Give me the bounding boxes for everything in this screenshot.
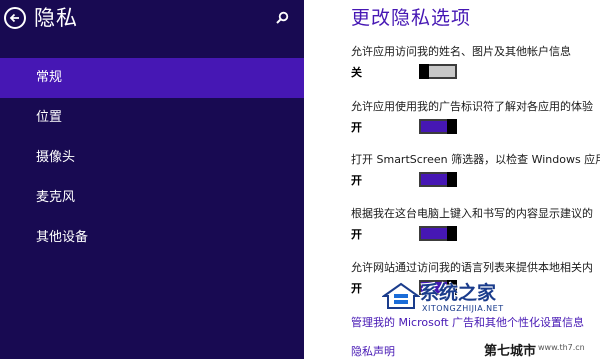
sidebar-header: 隐私 [0,0,304,40]
search-button[interactable] [274,10,290,26]
setting-language-list: 允许网站通过访问我的语言列表来提供本地相关内 开 [351,261,600,295]
sidebar-nav: 常规 位置 摄像头 麦克风 其他设备 [0,58,304,258]
sidebar-item-other-devices[interactable]: 其他设备 [0,218,304,258]
setting-state: 开 [351,228,362,241]
sidebar-item-general[interactable]: 常规 [0,58,304,98]
setting-state: 开 [351,121,362,134]
toggle-knob [447,226,457,241]
house-logo-icon [382,282,420,309]
toggle-advertising-id[interactable] [419,119,457,134]
sidebar: 隐私 常规 位置 摄像头 麦克风 其他设备 [0,0,304,359]
watermark-url: XITONGZHIJIA.NET [422,304,504,313]
setting-smartscreen: 打开 SmartScreen 筛选器，以检查 Windows 应用 开 [351,153,600,187]
setting-state: 关 [351,66,362,79]
watermark-logo: 系统之家 XITONGZHIJIA.NET [382,276,542,320]
back-arrow-icon [9,13,19,23]
toggle-smartscreen[interactable] [419,172,457,187]
watermark-site-url: www.th7.cn [538,343,585,352]
toggle-typing-suggestions[interactable] [419,226,457,241]
setting-advertising-id: 允许应用使用我的广告标识符了解对各应用的体验 开 [351,100,600,134]
search-icon [276,11,289,24]
sidebar-item-microphone[interactable]: 麦克风 [0,178,304,218]
page-title: 隐私 [34,6,78,30]
toggle-account-info[interactable] [419,64,457,79]
sidebar-item-location[interactable]: 位置 [0,98,304,138]
toggle-knob [419,64,429,79]
setting-typing-suggestions: 根据我在这台电脑上键入和书写的内容显示建议的 开 [351,207,600,241]
setting-label: 允许应用使用我的广告标识符了解对各应用的体验 [351,100,593,113]
back-button[interactable] [4,7,26,29]
watermark-site: 第七城市 www.th7.cn [480,338,600,359]
setting-label: 允许网站通过访问我的语言列表来提供本地相关内 [351,261,593,274]
setting-label: 打开 SmartScreen 筛选器，以检查 Windows 应用 [351,153,600,166]
watermark-name: 系统之家 [420,282,497,304]
watermark-site-name: 第七城市 [484,344,537,359]
setting-label: 允许应用访问我的姓名、图片及其他帐户信息 [351,45,571,58]
setting-state: 开 [351,174,362,187]
setting-label: 根据我在这台电脑上键入和书写的内容显示建议的 [351,207,593,220]
section-title: 更改隐私选项 [351,7,472,29]
toggle-knob [447,172,457,187]
sidebar-item-camera[interactable]: 摄像头 [0,138,304,178]
setting-state: 开 [351,282,362,295]
privacy-statement-link[interactable]: 隐私声明 [351,345,395,359]
setting-account-info: 允许应用访问我的姓名、图片及其他帐户信息 关 [351,45,600,79]
toggle-knob [447,119,457,134]
